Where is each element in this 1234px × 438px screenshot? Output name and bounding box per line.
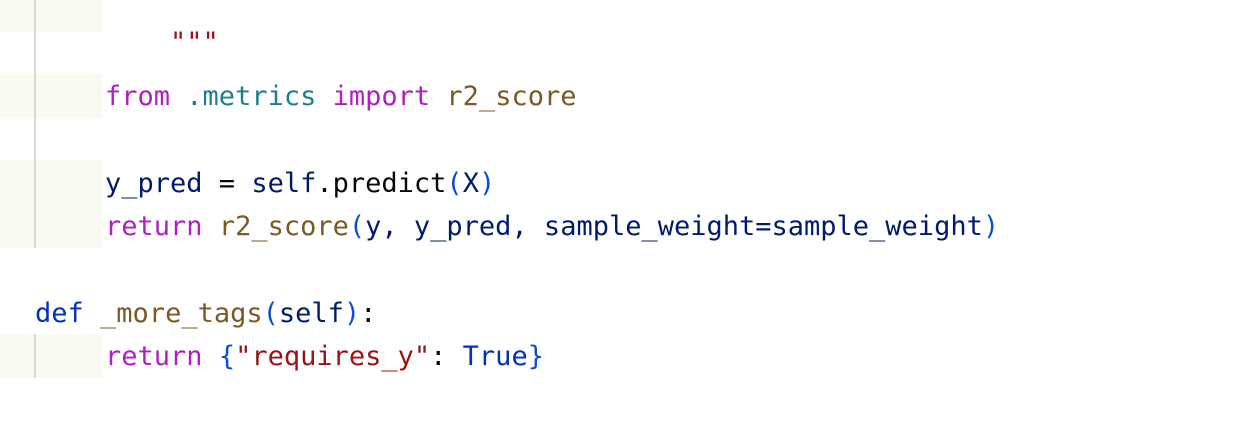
param-self: self — [278, 298, 344, 329]
imported-name: r2_score — [446, 81, 577, 112]
keyword-from: from — [105, 81, 171, 112]
constant-true: True — [462, 341, 528, 372]
variable-y-pred: y_pred — [105, 168, 203, 199]
keyword-return: return — [105, 341, 203, 372]
code-line-def: def _more_tags(self): — [35, 292, 376, 335]
code-line-return-tags: return {"requires_y": True} — [105, 335, 544, 378]
paren-open: ( — [348, 211, 366, 242]
dot: . — [316, 168, 333, 199]
brace-open: { — [218, 341, 236, 372]
string-key: "requires_y" — [235, 341, 431, 372]
docstring-quotes: """ — [170, 27, 219, 58]
paren-open: ( — [446, 168, 463, 199]
code-line-return-score: return r2_score(y, y_pred, sample_weight… — [105, 205, 999, 248]
function-r2-score: r2_score — [218, 211, 349, 242]
assign-operator: = — [202, 168, 252, 199]
keyword-import: import — [332, 81, 431, 112]
code-editor[interactable]: """ from .metrics import r2_score y_pred… — [0, 0, 1234, 438]
paren-open: ( — [262, 298, 279, 329]
indent-highlight — [0, 0, 103, 32]
brace-close: } — [527, 341, 544, 372]
indent-highlight — [0, 160, 103, 248]
indent-highlight — [0, 334, 103, 378]
arg-x: X — [462, 168, 479, 199]
code-line-docstring-end: """ — [105, 0, 219, 58]
code-line-predict: y_pred = self.predict(X) — [105, 162, 495, 205]
function-name-more-tags: _more_tags — [100, 298, 263, 329]
keyword-return: return — [105, 211, 203, 242]
indent-guide — [34, 0, 36, 248]
self-ref: self — [251, 168, 317, 199]
method-predict: predict — [332, 168, 447, 199]
code-line-import: from .metrics import r2_score — [105, 75, 576, 118]
indent-guide — [34, 334, 36, 378]
module-name: .metrics — [186, 81, 317, 112]
colon: : — [430, 341, 463, 372]
paren-close: ) — [982, 211, 1000, 242]
paren-close: ) — [478, 168, 496, 199]
paren-close: ) — [343, 298, 361, 329]
call-arguments: y, y_pred, sample_weight=sample_weight — [365, 211, 983, 242]
keyword-def: def — [35, 298, 84, 329]
indent-highlight — [0, 74, 103, 118]
colon: : — [360, 298, 377, 329]
